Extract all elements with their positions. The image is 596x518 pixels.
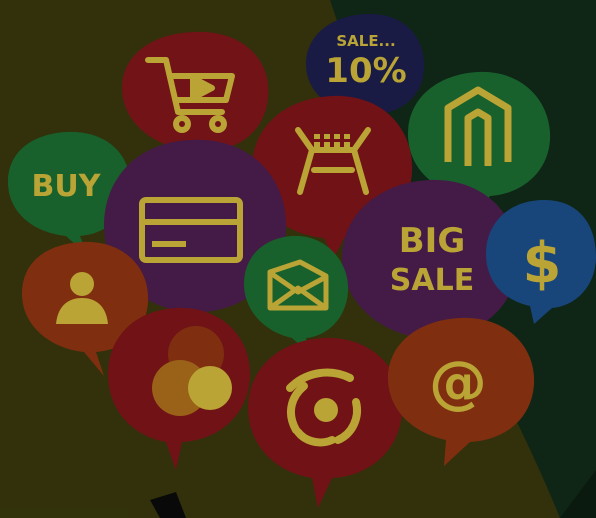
ecommerce-bubbles-illustration: SALE... 10% BUY <box>0 0 596 518</box>
promo-image: SALE... 10% BUY <box>0 0 596 518</box>
